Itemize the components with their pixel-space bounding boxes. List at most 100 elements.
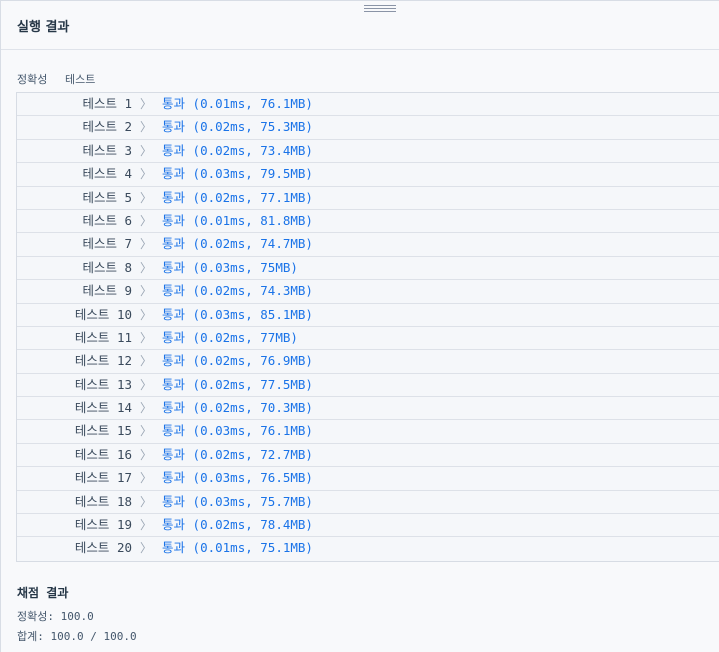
test-detail: (0.03ms, 76.1MB): [192, 423, 313, 439]
test-name: 테스트 20: [74, 540, 132, 556]
chevron-right-icon: 〉: [140, 190, 153, 205]
test-detail: (0.02ms, 78.4MB): [192, 517, 313, 533]
test-result-text: 통과 (0.03ms, 75.7MB): [162, 491, 313, 513]
execution-result-panel: 실행 결과 정확성 테스트 테스트 1 〉 통과 (0.01ms, 76.1MB) 테…: [0, 0, 719, 652]
test-status: 통과: [162, 259, 186, 275]
test-result-text: 통과 (0.03ms, 79.5MB): [162, 163, 313, 185]
test-results-list: 테스트 1 〉 통과 (0.01ms, 76.1MB) 테스트 2 〉 통과 (0.02m…: [16, 92, 719, 562]
test-result-row: 테스트 17 〉 통과 (0.03ms, 76.5MB): [17, 467, 719, 491]
test-result-text: 통과 (0.02ms, 77MB): [162, 327, 298, 349]
score-total-value: 100.0 / 100.0: [50, 630, 137, 643]
test-detail: (0.03ms, 75.7MB): [192, 493, 313, 509]
chevron-right-icon: 〉: [140, 354, 153, 369]
test-status: 통과: [162, 96, 186, 111]
tab-accuracy: 정확성: [17, 73, 48, 86]
test-name: 테스트 18: [74, 493, 132, 509]
chevron-right-icon: 〉: [140, 447, 153, 462]
test-result-row: 테스트 7 〉 통과 (0.02ms, 74.7MB): [17, 233, 719, 257]
test-status: 통과: [162, 236, 186, 252]
test-result-text: 통과 (0.02ms, 70.3MB): [162, 397, 313, 419]
test-result-text: 통과 (0.02ms, 72.7MB): [162, 444, 313, 466]
test-name: 테스트 15: [74, 423, 132, 439]
chevron-right-icon: 〉: [140, 330, 153, 345]
chevron-right-icon: 〉: [140, 471, 153, 486]
test-result-text: 통과 (0.03ms, 85.1MB): [162, 304, 313, 326]
section-tabs: 정확성 테스트: [17, 71, 106, 87]
test-result-row: 테스트 2 〉 통과 (0.02ms, 75.3MB): [17, 116, 719, 140]
test-detail: (0.03ms, 79.5MB): [192, 166, 313, 182]
test-detail: (0.01ms, 81.8MB): [192, 212, 313, 228]
test-result-text: 통과 (0.02ms, 73.4MB): [162, 140, 313, 162]
chevron-right-icon: 〉: [140, 518, 153, 533]
score-total-label: 합계: [17, 630, 38, 643]
chevron-right-icon: 〉: [140, 401, 153, 416]
test-name: 테스트 8: [82, 259, 132, 275]
test-status: 통과: [162, 142, 186, 158]
test-result-row: 테스트 4 〉 통과 (0.03ms, 79.5MB): [17, 163, 719, 187]
test-status: 통과: [162, 400, 186, 416]
score-total-line: 합계: 100.0 / 100.0: [17, 628, 137, 644]
chevron-right-icon: 〉: [140, 120, 153, 135]
test-result-text: 통과 (0.02ms, 78.4MB): [162, 514, 313, 536]
chevron-right-icon: 〉: [140, 307, 153, 322]
test-name: 테스트 19: [74, 517, 132, 533]
test-name: 테스트 16: [74, 446, 132, 462]
test-status: 통과: [162, 470, 186, 486]
test-detail: (0.02ms, 74.7MB): [192, 236, 313, 252]
test-name: 테스트 1: [82, 96, 132, 111]
test-name: 테스트 10: [74, 306, 132, 322]
chevron-right-icon: 〉: [140, 494, 153, 509]
chevron-right-icon: 〉: [140, 167, 153, 182]
test-detail: (0.02ms, 75.3MB): [192, 119, 313, 135]
chevron-right-icon: 〉: [140, 284, 153, 299]
test-detail: (0.01ms, 76.1MB): [192, 96, 313, 111]
test-detail: (0.03ms, 85.1MB): [192, 306, 313, 322]
test-status: 통과: [162, 517, 186, 533]
test-status: 통과: [162, 189, 186, 205]
test-result-text: 통과 (0.03ms, 75MB): [162, 257, 298, 279]
score-accuracy-label: 정확성: [17, 610, 48, 623]
test-status: 통과: [162, 283, 186, 299]
test-status: 통과: [162, 329, 186, 345]
score-accuracy-colon: :: [47, 610, 61, 623]
test-result-text: 통과 (0.02ms, 74.3MB): [162, 280, 313, 302]
test-result-text: 통과 (0.02ms, 74.7MB): [162, 233, 313, 255]
test-status: 통과: [162, 446, 186, 462]
test-detail: (0.03ms, 76.5MB): [192, 470, 313, 486]
score-accuracy-line: 정확성: 100.0: [17, 608, 94, 624]
test-detail: (0.02ms, 70.3MB): [192, 400, 313, 416]
test-detail: (0.02ms, 72.7MB): [192, 446, 313, 462]
test-result-row: 테스트 12 〉 통과 (0.02ms, 76.9MB): [17, 350, 719, 374]
test-result-text: 통과 (0.02ms, 77.1MB): [162, 187, 313, 209]
test-result-text: 통과 (0.01ms, 76.1MB): [162, 93, 313, 115]
test-detail: (0.02ms, 77MB): [192, 329, 298, 345]
test-result-row: 테스트 10 〉 통과 (0.03ms, 85.1MB): [17, 304, 719, 327]
test-detail: (0.02ms, 77.5MB): [192, 376, 313, 392]
chevron-right-icon: 〉: [140, 143, 153, 158]
test-result-row: 테스트 6 〉 통과 (0.01ms, 81.8MB): [17, 210, 719, 234]
test-status: 통과: [162, 166, 186, 182]
test-result-row: 테스트 9 〉 통과 (0.02ms, 74.3MB): [17, 280, 719, 304]
score-title: 채점 결과: [17, 586, 69, 600]
test-result-text: 통과 (0.02ms, 77.5MB): [162, 374, 313, 396]
test-status: 통과: [162, 540, 186, 556]
test-name: 테스트 11: [74, 329, 132, 345]
test-result-row: 테스트 1 〉 통과 (0.01ms, 76.1MB): [17, 93, 719, 117]
test-result-text: 통과 (0.03ms, 76.5MB): [162, 467, 313, 489]
test-result-row: 테스트 19 〉 통과 (0.02ms, 78.4MB): [17, 514, 719, 538]
test-result-row: 테스트 5 〉 통과 (0.02ms, 77.1MB): [17, 187, 719, 210]
test-status: 통과: [162, 423, 186, 439]
test-result-text: 통과 (0.03ms, 76.1MB): [162, 420, 313, 442]
test-status: 통과: [162, 376, 186, 392]
test-result-row: 테스트 18 〉 통과 (0.03ms, 75.7MB): [17, 491, 719, 515]
test-result-row: 테스트 16 〉 통과 (0.02ms, 72.7MB): [17, 444, 719, 468]
test-result-row: 테스트 14 〉 통과 (0.02ms, 70.3MB): [17, 397, 719, 421]
chevron-right-icon: 〉: [140, 237, 153, 252]
test-detail: (0.02ms, 74.3MB): [192, 283, 313, 299]
test-detail: (0.02ms, 73.4MB): [192, 142, 313, 158]
test-name: 테스트 6: [82, 212, 132, 228]
test-name: 테스트 3: [82, 142, 132, 158]
test-name: 테스트 13: [74, 376, 132, 392]
test-name: 테스트 7: [82, 236, 132, 252]
test-result-text: 통과 (0.02ms, 75.3MB): [162, 116, 313, 138]
